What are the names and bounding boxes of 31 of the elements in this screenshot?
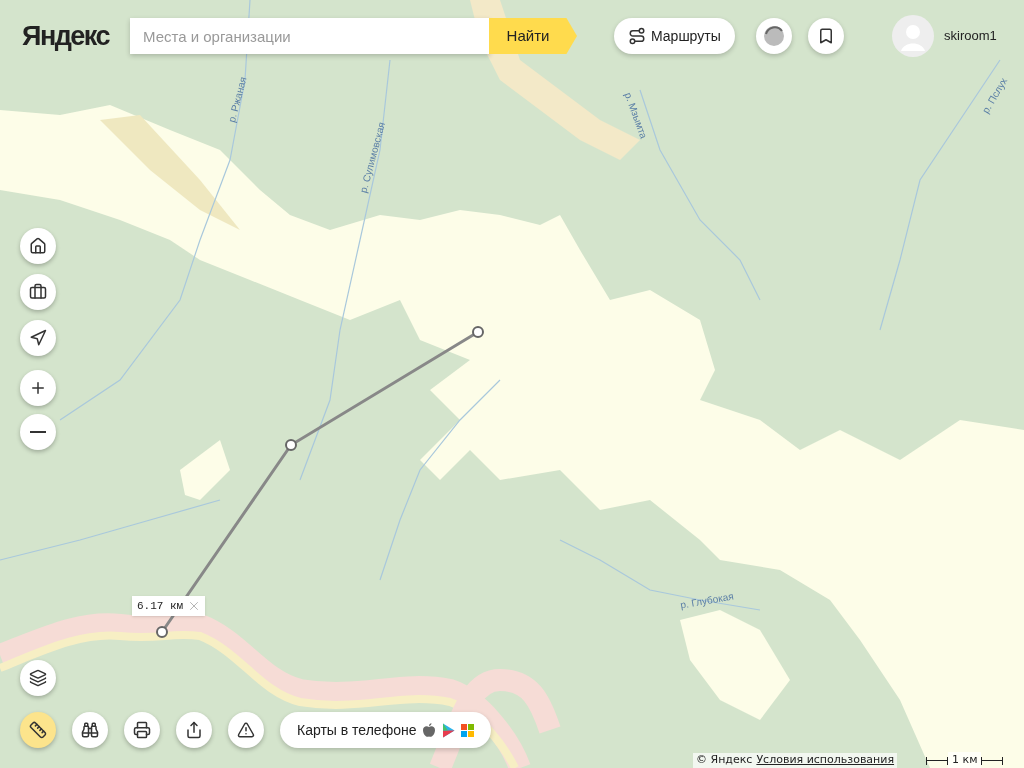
user-name[interactable]: skiroom1 xyxy=(944,26,997,46)
scale-bar xyxy=(981,756,1004,765)
bookmark-icon xyxy=(817,27,835,45)
navigation-arrow-icon xyxy=(29,329,47,347)
play-store-icon xyxy=(442,722,456,738)
binoculars-icon xyxy=(81,721,99,739)
warning-icon xyxy=(237,721,255,739)
river-label: р. Мзымта xyxy=(621,90,651,141)
scale-label: 1 км xyxy=(948,752,982,768)
search-field[interactable]: Места и организации xyxy=(130,18,490,54)
apple-logo-icon xyxy=(422,722,437,738)
layers-icon xyxy=(29,669,47,687)
route-icon xyxy=(628,27,646,45)
ruler-icon xyxy=(29,721,47,739)
river-label: р. Глубокая xyxy=(679,589,735,613)
briefcase-icon xyxy=(29,283,47,301)
terms-link[interactable]: Условия использования xyxy=(756,752,895,768)
copyright-text: © Яндекс xyxy=(696,752,753,768)
traffic-circle-icon xyxy=(763,25,785,47)
plus-icon xyxy=(29,379,47,397)
logo[interactable]: Яндекс xyxy=(22,20,110,52)
home-icon xyxy=(29,237,47,255)
search-button[interactable]: Найти xyxy=(489,18,577,54)
mobile-app-banner[interactable]: Карты в телефоне xyxy=(280,712,492,748)
minus-icon xyxy=(30,431,46,433)
routes-button[interactable]: Маршруты xyxy=(614,18,735,54)
share-icon xyxy=(185,721,203,739)
river-label: р. Ржаная xyxy=(224,75,250,124)
distance-value: 6.17 км xyxy=(137,598,184,614)
printer-icon xyxy=(133,721,151,739)
windows-logo-icon xyxy=(461,723,475,737)
